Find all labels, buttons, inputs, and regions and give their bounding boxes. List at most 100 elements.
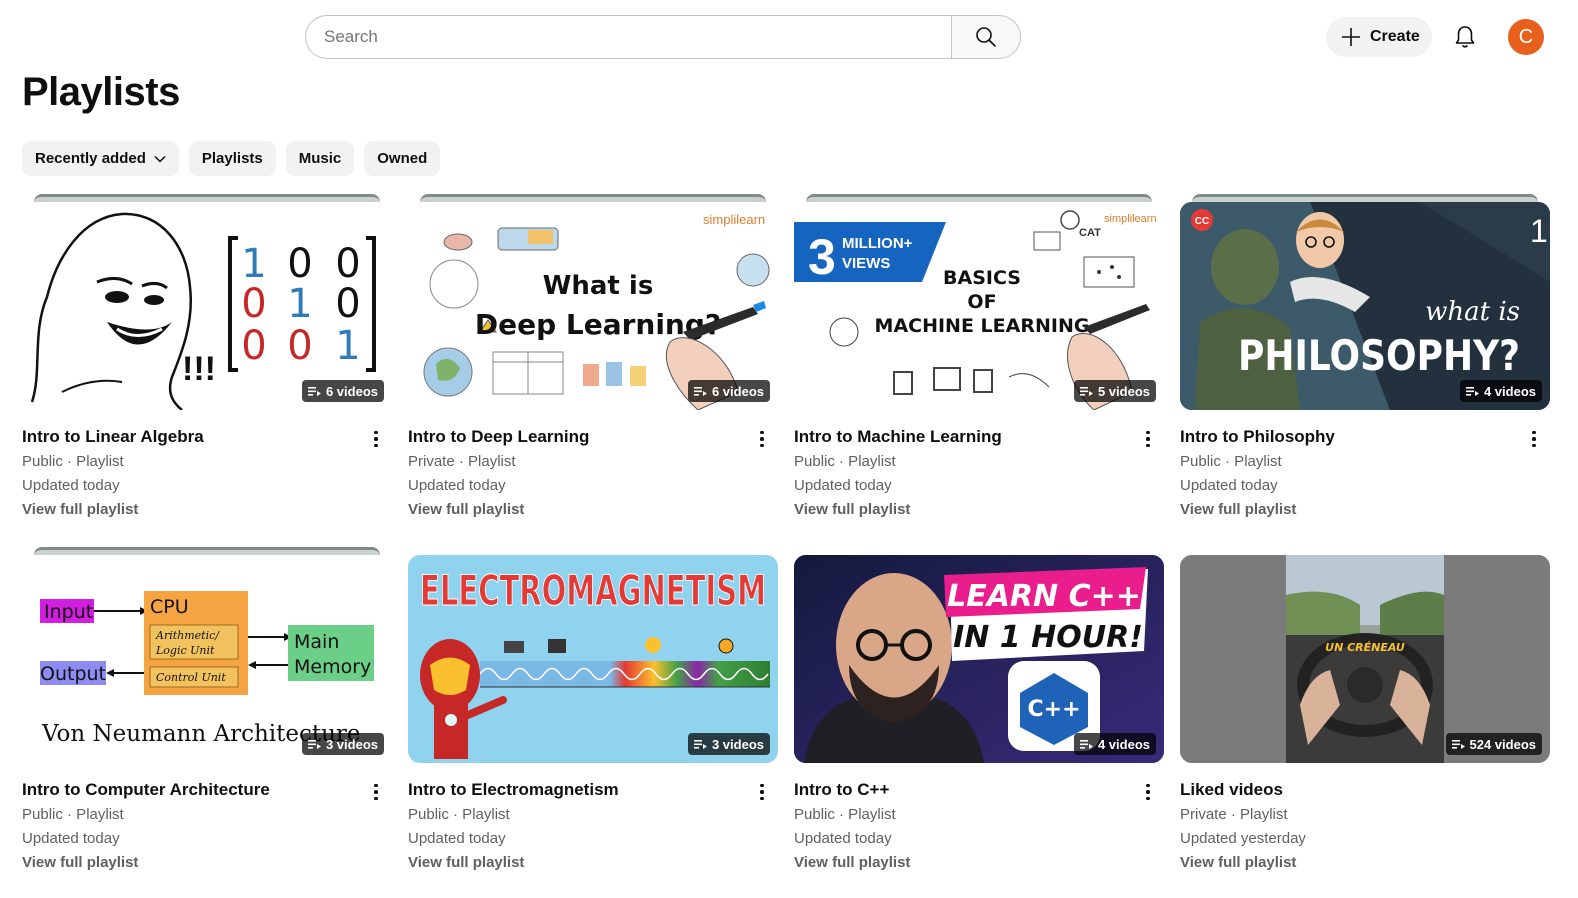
video-count: 4 videos [1483, 383, 1536, 399]
views-label: VIEWS [842, 255, 890, 272]
diagram-label: Logic Unit [155, 644, 215, 657]
playlist-updated: Updated today [1180, 477, 1278, 494]
thumbnail-heading: ELECTROMAGNETISM [420, 566, 766, 615]
thumbnail-heading: Deep Learning? [475, 308, 721, 341]
electromagnetism-thumbnail-art: ELECTROMAGNETISM [420, 566, 770, 759]
matrix-cell: 0 [287, 323, 312, 369]
views-number: 3 [808, 229, 836, 285]
page-title: Playlists [22, 70, 180, 114]
more-actions-button[interactable] [750, 426, 774, 452]
playlist-visibility: Private · Playlist [1180, 806, 1288, 823]
playlist-title[interactable]: Intro to Electromagnetism [408, 779, 778, 801]
playlist-icon [1079, 740, 1093, 749]
filter-chips: Recently added Playlists Music Owned [22, 141, 441, 176]
more-vert-icon [1146, 430, 1150, 448]
more-actions-button[interactable] [750, 779, 774, 805]
more-actions-button[interactable] [364, 779, 388, 805]
playlist-visibility: Public · Playlist [794, 806, 896, 823]
more-actions-button[interactable] [1136, 426, 1160, 452]
playlist-card: CC 1 what is PHILOSOPHY? 4 videos Intro … [1180, 194, 1550, 526]
view-full-playlist-link[interactable]: View full playlist [1180, 498, 1550, 522]
playlist-title[interactable]: Intro to Machine Learning [794, 426, 1164, 448]
matrix-cell: 1 [287, 281, 312, 327]
create-button[interactable]: Create [1326, 17, 1432, 57]
more-vert-icon [374, 430, 378, 448]
playlist-icon [1079, 387, 1093, 396]
playlist-icon [307, 740, 321, 749]
playlist-card: Input CPU Arithmetic/ Logic Unit Control… [22, 547, 392, 879]
matrix-cell: 0 [241, 323, 266, 369]
playlist-stack-edge [34, 194, 380, 202]
playlist-title[interactable]: Intro to Deep Learning [408, 426, 778, 448]
playlist-updated: Updated today [22, 477, 120, 494]
matrix-cell: 0 [335, 281, 360, 327]
video-count: 6 videos [325, 383, 378, 399]
thumbnail-heading: PHILOSOPHY? [1238, 331, 1520, 380]
view-full-playlist-link[interactable]: View full playlist [22, 498, 392, 522]
video-count: 6 videos [711, 383, 764, 399]
view-full-playlist-link[interactable]: View full playlist [794, 851, 1164, 875]
playlist-updated: Updated today [408, 477, 506, 494]
playlist-title[interactable]: Intro to C++ [794, 779, 1164, 801]
thumbnail-heading: MACHINE LEARNING [875, 315, 1090, 337]
playlist-updated: Updated yesterday [1180, 830, 1306, 847]
diagram-label: Control Unit [156, 671, 226, 684]
playlist-visibility: Public · Playlist [1180, 453, 1282, 470]
playlist-icon [1451, 740, 1465, 749]
thumbnail-heading: OF [967, 291, 996, 313]
search-bar [305, 15, 1021, 59]
playlist-thumbnail[interactable]: ELECTROMAGNETISM 3 videos [408, 555, 778, 763]
video-count-badge: 4 videos [1073, 733, 1156, 755]
view-full-playlist-link[interactable]: View full playlist [408, 498, 778, 522]
playlist-card: !!! 1 0 0 0 1 0 0 0 1 6 videos Intro to … [22, 194, 392, 526]
video-count-badge: 524 videos [1445, 733, 1542, 755]
playlist-updated: Updated today [22, 830, 120, 847]
playlist-updated: Updated today [794, 830, 892, 847]
more-actions-button[interactable] [364, 426, 388, 452]
view-full-playlist-link[interactable]: View full playlist [1180, 851, 1550, 875]
playlist-thumbnail[interactable]: UN CRÉNEAU 524 videos [1180, 555, 1550, 763]
matrix-cell: 1 [335, 323, 360, 369]
linear-algebra-thumbnail-art: !!! 1 0 0 0 1 0 0 0 1 [30, 212, 376, 410]
philosophy-thumbnail-art: CC 1 what is PHILOSOPHY? [1180, 202, 1550, 410]
playlist-stack-edge [420, 194, 766, 202]
playlist-thumbnail[interactable]: LEARN C++ IN 1 HOUR! C++ 4 videos [794, 555, 1164, 763]
playlist-thumbnail[interactable]: simplilearn What is Deep Learning? 6 vid… [408, 202, 778, 410]
playlist-title[interactable]: Liked videos [1180, 779, 1550, 801]
playlist-thumbnail[interactable]: CC 1 what is PHILOSOPHY? 4 videos [1180, 202, 1550, 410]
filter-chip-music[interactable]: Music [285, 141, 355, 176]
diagram-label: Memory [294, 656, 371, 678]
playlist-thumbnail[interactable]: 3 MILLION+ VIEWS BASICS OF MACHINE LEARN… [794, 202, 1164, 410]
view-full-playlist-link[interactable]: View full playlist [794, 498, 1164, 522]
diagram-label: CPU [150, 596, 189, 618]
diagram-label: Output [40, 663, 106, 685]
search-button[interactable] [951, 15, 1021, 59]
playlist-thumbnail[interactable]: Input CPU Arithmetic/ Logic Unit Control… [22, 555, 392, 763]
filter-chip-playlists[interactable]: Playlists [188, 141, 276, 176]
cat-label: CAT [1079, 227, 1101, 239]
video-count-badge: 6 videos [687, 380, 770, 402]
filter-chip-owned[interactable]: Owned [364, 141, 441, 176]
playlist-icon [693, 740, 707, 749]
avatar[interactable]: C [1508, 19, 1544, 55]
notifications-button[interactable] [1448, 20, 1482, 54]
search-input[interactable] [305, 15, 951, 59]
chip-label: Music [298, 150, 342, 167]
playlist-title[interactable]: Intro to Computer Architecture [22, 779, 392, 801]
playlist-card: ELECTROMAGNETISM 3 videos Intro to Elect… [408, 555, 778, 879]
search-icon [976, 27, 996, 47]
cpp-logo-text: C++ [1027, 697, 1080, 722]
playlist-thumbnail[interactable]: !!! 1 0 0 0 1 0 0 0 1 6 videos [22, 202, 392, 410]
more-actions-button[interactable] [1136, 779, 1160, 805]
more-vert-icon [1146, 783, 1150, 801]
view-full-playlist-link[interactable]: View full playlist [22, 851, 392, 875]
more-actions-button[interactable] [1522, 426, 1546, 452]
sort-dropdown[interactable]: Recently added [22, 141, 179, 176]
playlist-title[interactable]: Intro to Linear Algebra [22, 426, 392, 448]
view-full-playlist-link[interactable]: View full playlist [408, 851, 778, 875]
more-vert-icon [374, 783, 378, 801]
playlist-title[interactable]: Intro to Philosophy [1180, 426, 1550, 448]
deep-learning-thumbnail-art: simplilearn What is Deep Learning? [423, 212, 770, 410]
episode-number: 1 [1530, 213, 1548, 249]
video-count-badge: 3 videos [301, 733, 384, 755]
